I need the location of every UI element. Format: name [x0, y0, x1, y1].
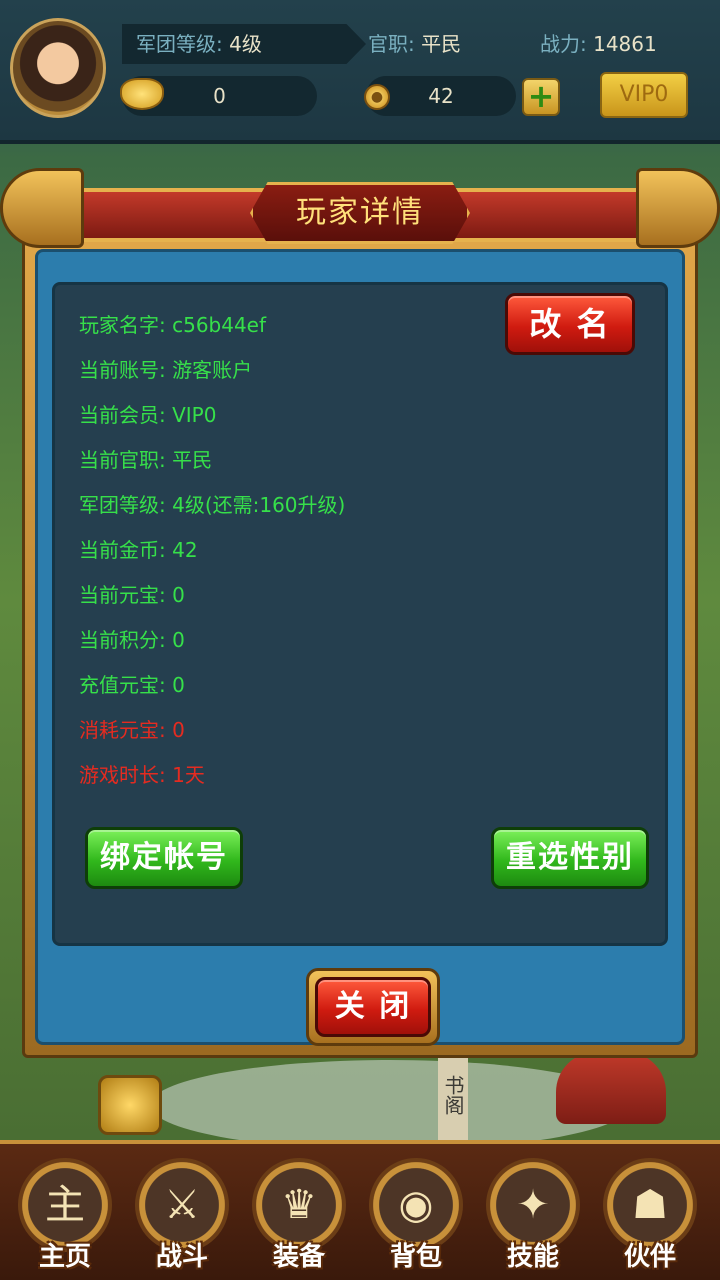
bottom-nav: 主主页 ⚔ 战斗 ♛ 装备 ◉ 背包 ✦ 技能 ☗ 伙伴 [0, 1140, 720, 1280]
info-line: 当前会员: VIP0 [79, 403, 217, 427]
nav-label: 装备 [272, 1242, 325, 1272]
reselect-gender-button[interactable]: 重选性别 [491, 827, 649, 889]
ingot-count: 0 [213, 84, 226, 108]
header-ornament-right [636, 168, 720, 248]
lock-icon [98, 1075, 162, 1135]
rename-button[interactable]: 改 名 [505, 293, 635, 355]
info-line: 当前账号: 游客账户 [79, 358, 253, 382]
info-line: 军团等级: 4级(还需:160升级) [79, 493, 346, 517]
nav-item-backpack[interactable]: ◉ 背包 [361, 1158, 471, 1276]
nav-item-equipment[interactable]: ♛ 装备 [244, 1158, 354, 1276]
close-button-frame: 关 闭 [306, 968, 440, 1046]
info-line: 消耗元宝: 0 [79, 718, 185, 742]
library-sign: 书阁 [438, 1050, 468, 1140]
nav-item-partner[interactable]: ☗ 伙伴 [595, 1158, 705, 1276]
player-details-dialog: 玩家名字: c56b44ef 当前账号: 游客账户 当前会员: VIP0 当前官职: … [22, 238, 698, 1058]
details-panel: 玩家名字: c56b44ef 当前账号: 游客账户 当前会员: VIP0 当前官职: … [52, 282, 668, 946]
top-hud: 军团等级: 4级 官职: 平民 战力: 14861 0 42 ● + VIP0 [0, 0, 720, 144]
info-line: 充值元宝: 0 [79, 673, 185, 697]
nav-item-skill[interactable]: ✦ 技能 [478, 1158, 588, 1276]
info-line: 当前积分: 0 [79, 628, 185, 652]
player-avatar[interactable] [10, 18, 106, 118]
office-value: 平民 [421, 32, 462, 56]
nav-label: 伙伴 [623, 1242, 676, 1272]
info-line: 玩家名字: c56b44ef [79, 313, 267, 337]
nav-item-home[interactable]: 主主页 [10, 1158, 120, 1276]
close-button[interactable]: 关 闭 [315, 977, 431, 1037]
legion-level-display: 军团等级: 4级 [122, 24, 366, 64]
legion-level-label: 军团等级: [136, 32, 223, 56]
info-line: 当前金币: 42 [79, 538, 198, 562]
office-label: 官职: [368, 32, 415, 56]
info-line: 当前官职: 平民 [79, 448, 213, 472]
dialog-inner: 玩家名字: c56b44ef 当前账号: 游客账户 当前会员: VIP0 当前官职: … [35, 249, 685, 1046]
bind-account-button[interactable]: 绑定帐号 [85, 827, 243, 889]
shrine-building [556, 1052, 666, 1124]
power-value: 14861 [593, 32, 657, 56]
nav-label: 技能 [506, 1242, 559, 1272]
dialog-title: 玩家详情 [250, 182, 470, 244]
office-display: 官职: 平民 [368, 24, 461, 64]
ingot-icon [120, 78, 164, 110]
gold-count: 42 [428, 84, 454, 108]
info-line: 游戏时长: 1天 [79, 763, 205, 787]
add-gold-button[interactable]: + [522, 78, 560, 116]
nav-label: 主页 [38, 1242, 91, 1272]
power-label: 战力: [540, 32, 587, 56]
nav-label: 战斗 [155, 1242, 208, 1272]
coin-icon: ● [364, 84, 390, 110]
legion-level-value: 4级 [229, 32, 262, 56]
vip-button[interactable]: VIP0 [600, 72, 688, 118]
dialog-header: 玩家详情 [0, 160, 720, 250]
nav-item-battle[interactable]: ⚔ 战斗 [127, 1158, 237, 1276]
nav-label: 背包 [389, 1242, 442, 1272]
power-display: 战力: 14861 [540, 24, 657, 64]
header-ornament-left [0, 168, 84, 248]
info-line: 当前元宝: 0 [79, 583, 185, 607]
